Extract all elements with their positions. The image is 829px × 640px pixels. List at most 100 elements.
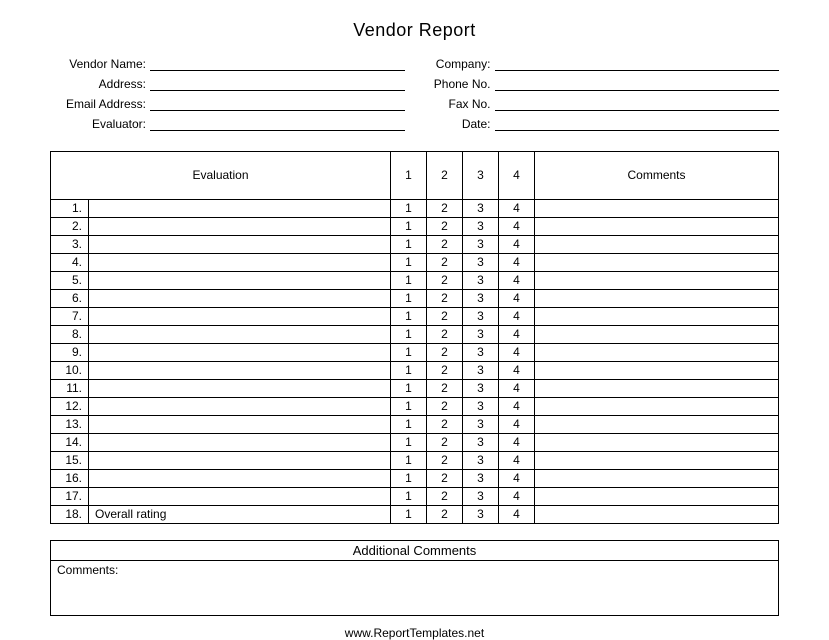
- rating-cell-r4[interactable]: 4: [499, 416, 535, 434]
- rating-cell-r2[interactable]: 2: [427, 308, 463, 326]
- comments-cell[interactable]: [535, 380, 779, 398]
- rating-cell-r2[interactable]: 2: [427, 434, 463, 452]
- rating-cell-r1[interactable]: 1: [391, 452, 427, 470]
- row-label[interactable]: [89, 326, 390, 343]
- rating-cell-r4[interactable]: 4: [499, 272, 535, 290]
- rating-cell-r2[interactable]: 2: [427, 254, 463, 272]
- rating-cell-r2[interactable]: 2: [427, 362, 463, 380]
- rating-cell-r1[interactable]: 1: [391, 362, 427, 380]
- row-label[interactable]: [89, 218, 390, 235]
- rating-cell-r3[interactable]: 3: [463, 272, 499, 290]
- rating-cell-r4[interactable]: 4: [499, 254, 535, 272]
- rating-cell-r3[interactable]: 3: [463, 470, 499, 488]
- row-label[interactable]: [89, 380, 390, 397]
- comments-cell[interactable]: [535, 218, 779, 236]
- row-label[interactable]: Overall rating: [89, 506, 390, 523]
- additional-comments-body[interactable]: Comments:: [51, 561, 778, 615]
- rating-cell-r2[interactable]: 2: [427, 416, 463, 434]
- date-field[interactable]: [495, 115, 780, 131]
- rating-cell-r4[interactable]: 4: [499, 362, 535, 380]
- rating-cell-r4[interactable]: 4: [499, 488, 535, 506]
- rating-cell-r2[interactable]: 2: [427, 236, 463, 254]
- rating-cell-r2[interactable]: 2: [427, 488, 463, 506]
- rating-cell-r1[interactable]: 1: [391, 434, 427, 452]
- rating-cell-r3[interactable]: 3: [463, 326, 499, 344]
- rating-cell-r3[interactable]: 3: [463, 308, 499, 326]
- comments-cell[interactable]: [535, 470, 779, 488]
- comments-cell[interactable]: [535, 398, 779, 416]
- comments-cell[interactable]: [535, 362, 779, 380]
- rating-cell-r2[interactable]: 2: [427, 398, 463, 416]
- rating-cell-r3[interactable]: 3: [463, 236, 499, 254]
- email-field[interactable]: [150, 95, 405, 111]
- phone-field[interactable]: [495, 75, 780, 91]
- rating-cell-r4[interactable]: 4: [499, 308, 535, 326]
- row-label[interactable]: [89, 344, 390, 361]
- rating-cell-r3[interactable]: 3: [463, 452, 499, 470]
- rating-cell-r1[interactable]: 1: [391, 290, 427, 308]
- row-label[interactable]: [89, 236, 390, 253]
- rating-cell-r4[interactable]: 4: [499, 218, 535, 236]
- comments-cell[interactable]: [535, 290, 779, 308]
- rating-cell-r3[interactable]: 3: [463, 380, 499, 398]
- rating-cell-r3[interactable]: 3: [463, 434, 499, 452]
- rating-cell-r4[interactable]: 4: [499, 434, 535, 452]
- rating-cell-r2[interactable]: 2: [427, 380, 463, 398]
- comments-cell[interactable]: [535, 308, 779, 326]
- rating-cell-r1[interactable]: 1: [391, 308, 427, 326]
- address-field[interactable]: [150, 75, 405, 91]
- rating-cell-r1[interactable]: 1: [391, 200, 427, 218]
- rating-cell-r2[interactable]: 2: [427, 344, 463, 362]
- comments-cell[interactable]: [535, 506, 779, 524]
- rating-cell-r4[interactable]: 4: [499, 344, 535, 362]
- comments-cell[interactable]: [535, 236, 779, 254]
- rating-cell-r2[interactable]: 2: [427, 290, 463, 308]
- comments-cell[interactable]: [535, 344, 779, 362]
- rating-cell-r3[interactable]: 3: [463, 218, 499, 236]
- rating-cell-r3[interactable]: 3: [463, 254, 499, 272]
- rating-cell-r2[interactable]: 2: [427, 326, 463, 344]
- rating-cell-r4[interactable]: 4: [499, 380, 535, 398]
- comments-cell[interactable]: [535, 416, 779, 434]
- comments-cell[interactable]: [535, 488, 779, 506]
- rating-cell-r2[interactable]: 2: [427, 452, 463, 470]
- rating-cell-r3[interactable]: 3: [463, 344, 499, 362]
- rating-cell-r2[interactable]: 2: [427, 506, 463, 524]
- rating-cell-r2[interactable]: 2: [427, 200, 463, 218]
- comments-cell[interactable]: [535, 434, 779, 452]
- rating-cell-r3[interactable]: 3: [463, 398, 499, 416]
- comments-cell[interactable]: [535, 326, 779, 344]
- row-label[interactable]: [89, 290, 390, 307]
- rating-cell-r1[interactable]: 1: [391, 254, 427, 272]
- row-label[interactable]: [89, 452, 390, 469]
- rating-cell-r1[interactable]: 1: [391, 398, 427, 416]
- rating-cell-r2[interactable]: 2: [427, 272, 463, 290]
- rating-cell-r4[interactable]: 4: [499, 452, 535, 470]
- rating-cell-r4[interactable]: 4: [499, 236, 535, 254]
- comments-cell[interactable]: [535, 254, 779, 272]
- row-label[interactable]: [89, 308, 390, 325]
- vendor-name-field[interactable]: [150, 55, 405, 71]
- row-label[interactable]: [89, 362, 390, 379]
- row-label[interactable]: [89, 488, 390, 505]
- rating-cell-r3[interactable]: 3: [463, 488, 499, 506]
- rating-cell-r1[interactable]: 1: [391, 236, 427, 254]
- rating-cell-r3[interactable]: 3: [463, 200, 499, 218]
- company-field[interactable]: [495, 55, 780, 71]
- rating-cell-r4[interactable]: 4: [499, 470, 535, 488]
- row-label[interactable]: [89, 272, 390, 289]
- comments-cell[interactable]: [535, 452, 779, 470]
- rating-cell-r1[interactable]: 1: [391, 380, 427, 398]
- rating-cell-r4[interactable]: 4: [499, 290, 535, 308]
- rating-cell-r3[interactable]: 3: [463, 506, 499, 524]
- row-label[interactable]: [89, 398, 390, 415]
- rating-cell-r4[interactable]: 4: [499, 326, 535, 344]
- rating-cell-r4[interactable]: 4: [499, 506, 535, 524]
- fax-field[interactable]: [495, 95, 780, 111]
- rating-cell-r1[interactable]: 1: [391, 344, 427, 362]
- row-label[interactable]: [89, 200, 390, 217]
- rating-cell-r1[interactable]: 1: [391, 488, 427, 506]
- rating-cell-r4[interactable]: 4: [499, 200, 535, 218]
- rating-cell-r1[interactable]: 1: [391, 416, 427, 434]
- rating-cell-r1[interactable]: 1: [391, 506, 427, 524]
